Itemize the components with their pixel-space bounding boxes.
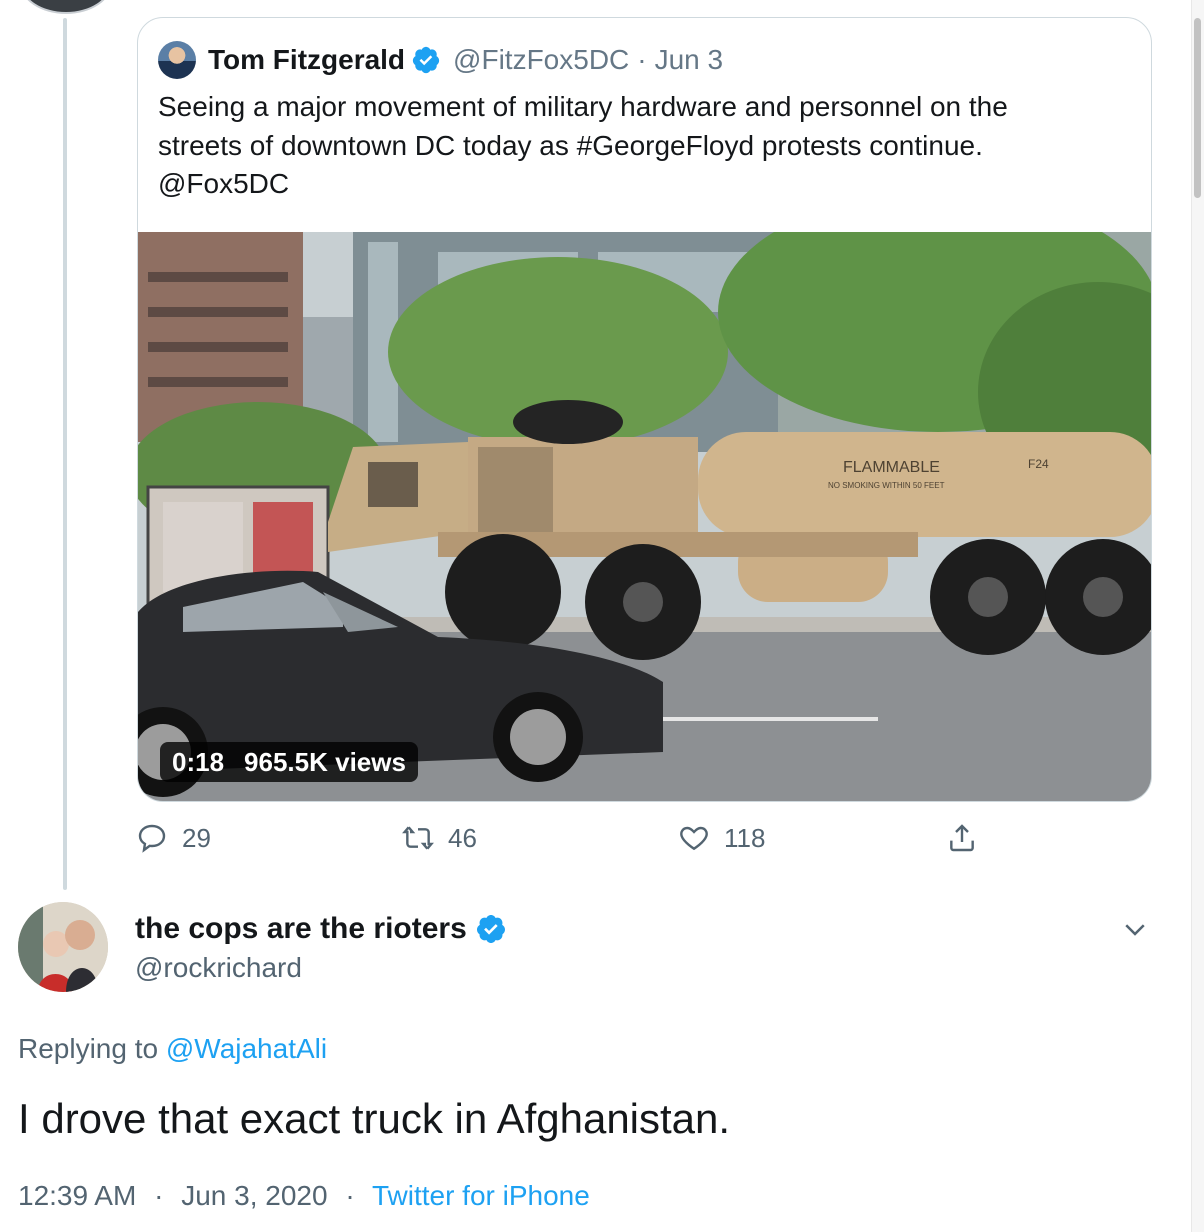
- quoted-tweet-text: Seeing a major movement of military hard…: [158, 91, 1008, 199]
- dot-separator: ·: [345, 1180, 355, 1211]
- reply-author-name[interactable]: the cops are the rioters: [135, 912, 467, 946]
- dot-separator: ·: [154, 1180, 164, 1211]
- reply-author-row: the cops are the rioters: [135, 912, 507, 946]
- quoted-tweet-card[interactable]: Tom Fitzgerald @FitzFox5DC · Jun 3 Seein…: [137, 17, 1152, 802]
- scroll-thumb[interactable]: [1194, 18, 1201, 198]
- video-player[interactable]: FLAMMABLE NO SMOKING WITHIN 50 FEET F24: [138, 232, 1151, 801]
- verified-icon: [412, 46, 440, 74]
- quoted-date[interactable]: Jun 3: [655, 44, 724, 76]
- reply-button[interactable]: 29: [136, 822, 211, 854]
- retweet-button[interactable]: 46: [402, 822, 477, 854]
- truck-code: F24: [1028, 457, 1049, 471]
- video-views: 965.5K views: [244, 746, 406, 777]
- replying-prefix: Replying to: [18, 1033, 159, 1064]
- share-icon: [950, 824, 974, 852]
- reply-count: 29: [182, 822, 211, 853]
- replying-to-line: Replying to @WajahatAli: [18, 1033, 327, 1065]
- reply-tweet-text: I drove that exact truck in Afghanistan.: [18, 1095, 731, 1142]
- quoted-author-avatar[interactable]: [158, 41, 196, 79]
- reply-author-avatar[interactable]: [18, 902, 108, 992]
- reply-meta: 12:39 AM · Jun 3, 2020 · Twitter for iPh…: [18, 1180, 590, 1212]
- like-button[interactable]: 118: [678, 822, 765, 854]
- chevron-down-icon[interactable]: [1120, 914, 1150, 944]
- truck-label: FLAMMABLE: [843, 459, 940, 476]
- avatar-photo: [18, 902, 108, 992]
- reply-date[interactable]: Jun 3, 2020: [181, 1180, 327, 1211]
- share-button[interactable]: [946, 822, 978, 854]
- replying-to-link[interactable]: @WajahatAli: [166, 1033, 327, 1064]
- like-icon: [680, 826, 708, 851]
- tweet-actions: 29 46 118: [0, 822, 1204, 866]
- reply-handle[interactable]: @rockrichard: [135, 952, 302, 984]
- reply-icon: [138, 824, 166, 853]
- retweet-count: 46: [448, 822, 477, 853]
- reply-source[interactable]: Twitter for iPhone: [372, 1180, 590, 1211]
- truck-warning: NO SMOKING WITHIN 50 FEET: [828, 481, 945, 490]
- video-frame-scene: FLAMMABLE NO SMOKING WITHIN 50 FEET F24: [138, 232, 1151, 801]
- verified-icon: [476, 915, 505, 943]
- video-duration: 0:18: [172, 746, 225, 777]
- reply-time[interactable]: 12:39 AM: [18, 1180, 136, 1211]
- like-count: 118: [724, 822, 766, 853]
- retweet-icon: [402, 826, 434, 850]
- reply-tweet[interactable]: the cops are the rioters @rockrichard Re…: [0, 890, 1190, 1232]
- previous-tweet-avatar[interactable]: [20, 0, 112, 14]
- quoted-author-name[interactable]: Tom Fitzgerald: [208, 44, 405, 76]
- quoted-handle[interactable]: @FitzFox5DC: [453, 44, 629, 76]
- quoted-tweet-header: Tom Fitzgerald @FitzFox5DC · Jun 3: [158, 40, 723, 80]
- scrollbar[interactable]: [1191, 0, 1204, 1232]
- video-info-badge: 0:18 965.5K views: [160, 742, 418, 782]
- thread-line: [63, 18, 67, 890]
- dot-separator: ·: [637, 44, 647, 75]
